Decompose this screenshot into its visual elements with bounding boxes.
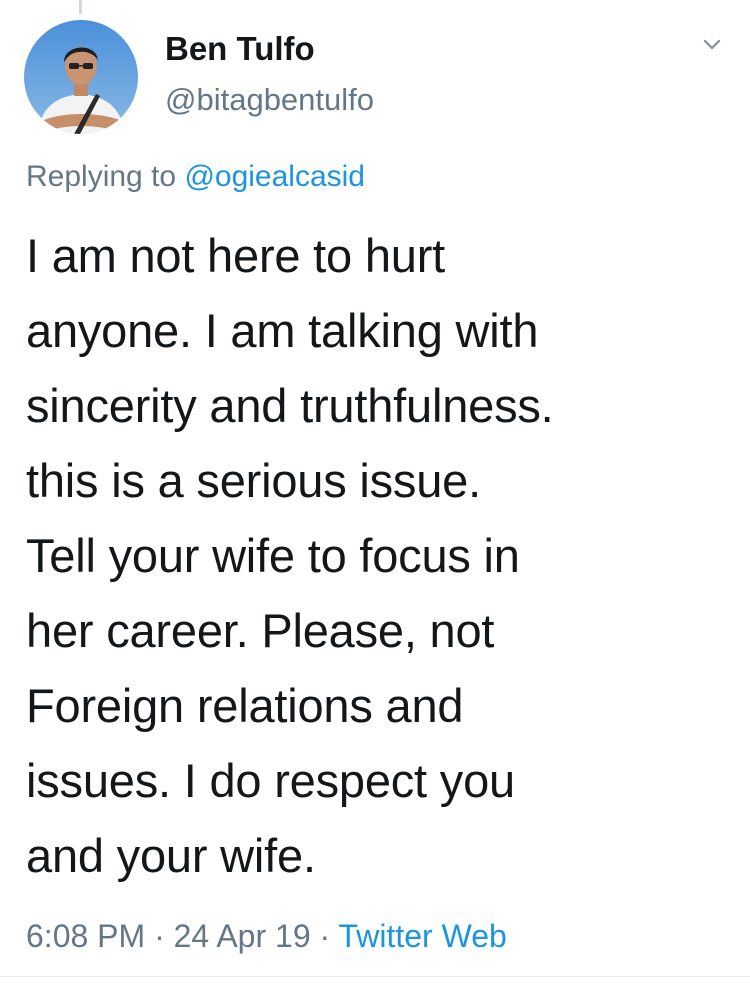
replying-to-label: Replying to: [26, 160, 185, 193]
chevron-down-icon: [703, 39, 721, 50]
tweet-time[interactable]: 6:08 PM: [26, 918, 145, 954]
avatar[interactable]: [24, 20, 138, 134]
author-handle[interactable]: @bitagbentulfo: [165, 82, 374, 118]
author-name[interactable]: Ben Tulfo: [165, 30, 315, 68]
tweet-date[interactable]: 24 Apr 19: [174, 918, 311, 954]
tweet-menu-button[interactable]: [698, 34, 726, 56]
tweet-text-line: Foreign relations and: [26, 679, 464, 732]
reply-mention-link[interactable]: @ogiealcasid: [184, 160, 365, 193]
tweet-text-line: anyone. I am talking with: [26, 304, 539, 357]
bottom-divider: [0, 976, 750, 977]
tweet-source-link[interactable]: Twitter Web: [338, 918, 506, 954]
tweet-text-line: issues. I do respect you: [26, 754, 515, 807]
tweet-text-line: sincerity and truthfulness.: [26, 379, 554, 432]
meta-separator: ·: [310, 918, 339, 954]
tweet-text-line: I am not here to hurt: [26, 229, 446, 282]
tweet-text-line: Tell your wife to focus in: [26, 529, 520, 582]
thread-connector-line: [79, 0, 82, 14]
tweet-metadata: 6:08 PM · 24 Apr 19 · Twitter Web: [26, 918, 507, 955]
meta-separator: ·: [145, 918, 174, 954]
tweet-text: I am not here to hurt anyone. I am talki…: [26, 218, 731, 893]
replying-to-line: Replying to @ogiealcasid: [26, 160, 365, 194]
tweet-text-line: her career. Please, not: [26, 604, 495, 657]
tweet-text-line: and your wife.: [26, 829, 316, 882]
tweet-text-line: this is a serious issue.: [26, 454, 481, 507]
user-photo-avatar-icon: [24, 20, 138, 134]
